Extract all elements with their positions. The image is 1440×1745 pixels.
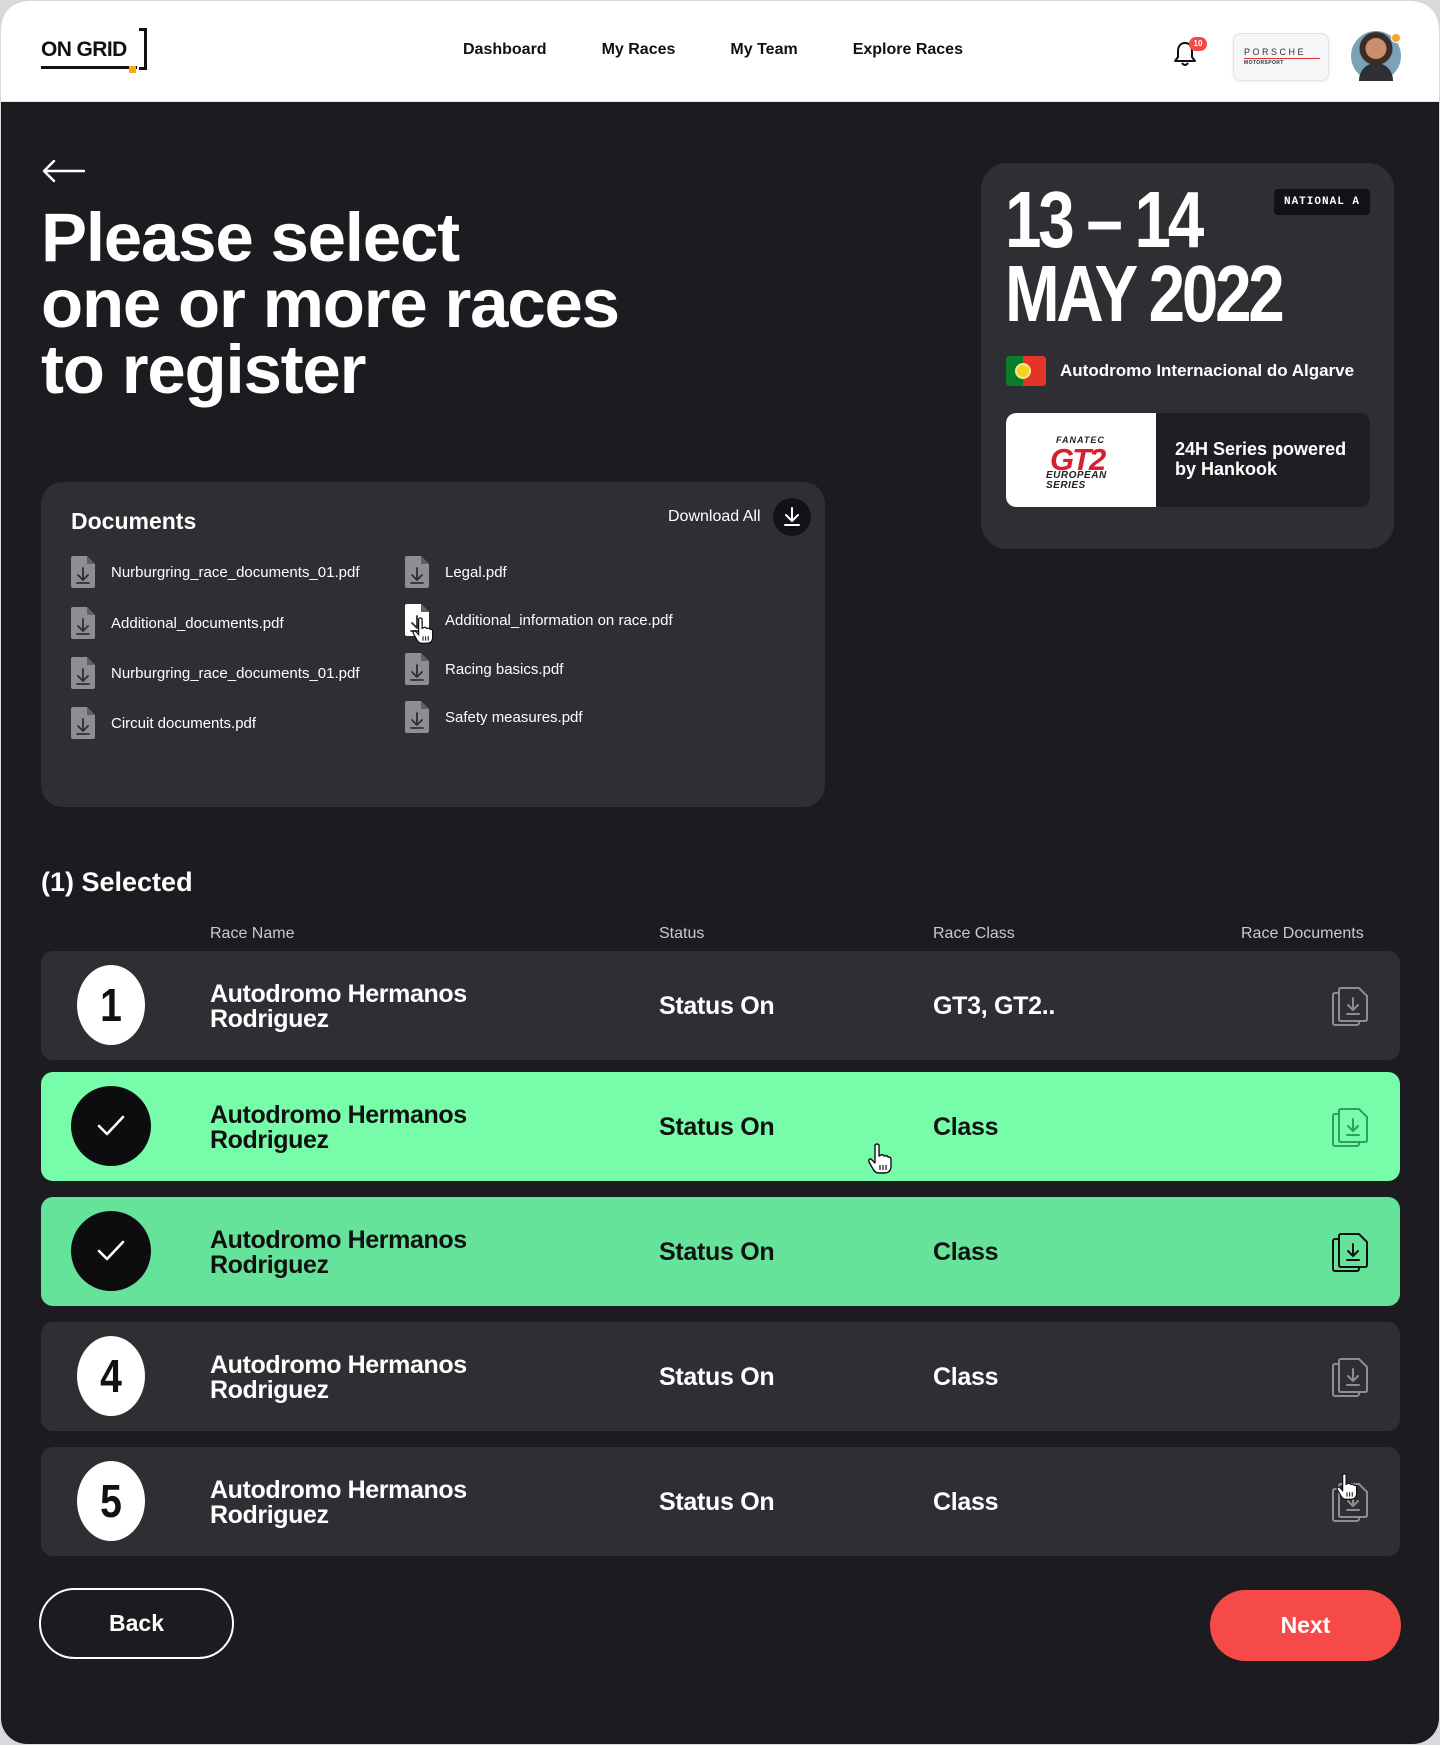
column-race-documents: Race Documents bbox=[1241, 925, 1364, 942]
pdf-download-icon bbox=[71, 607, 95, 639]
race-documents-icon[interactable] bbox=[1331, 1231, 1371, 1275]
pdf-download-icon bbox=[71, 657, 95, 689]
checkmark-icon bbox=[97, 1115, 125, 1136]
race-row[interactable]: 5 Autodromo Hermanos Rodriguez Status On Cla… bbox=[41, 1447, 1400, 1556]
nav-my-team[interactable]: My Team bbox=[730, 41, 797, 59]
document-item[interactable]: Circuit documents.pdf bbox=[69, 706, 256, 740]
portugal-flag-icon bbox=[1006, 356, 1046, 386]
back-button[interactable]: Back bbox=[39, 1588, 234, 1659]
column-race-class: Race Class bbox=[933, 925, 1015, 942]
race-status: Status On bbox=[659, 1113, 775, 1141]
main-nav: Dashboard My Races My Team Explore Races bbox=[463, 41, 1018, 59]
race-documents-icon[interactable] bbox=[1331, 985, 1371, 1029]
hand-cursor-icon bbox=[868, 1143, 892, 1174]
race-class: Class bbox=[933, 1113, 999, 1141]
checkmark-icon bbox=[97, 1240, 125, 1261]
document-item[interactable]: Safety measures.pdf bbox=[403, 700, 583, 734]
download-all-icon[interactable] bbox=[773, 498, 811, 536]
page-title: Please select one or more races to regis… bbox=[41, 199, 620, 408]
race-select-badge[interactable]: 4 bbox=[77, 1336, 145, 1416]
race-select-badge[interactable]: 1 bbox=[77, 965, 145, 1045]
app-frame: ON GRID Dashboard My Races My Team Explo… bbox=[1, 1, 1439, 1744]
hand-cursor-icon bbox=[411, 617, 435, 650]
race-class: GT3, GT2.. bbox=[933, 992, 1056, 1020]
race-documents-icon[interactable] bbox=[1331, 1106, 1371, 1150]
document-filename: Nurburgring_race_documents_01.pdf bbox=[111, 664, 360, 682]
nav-my-races[interactable]: My Races bbox=[602, 41, 676, 59]
notifications-bell-icon[interactable]: 10 bbox=[1173, 37, 1207, 69]
gt2-european-series-logo: FANATEC GT2 EUROPEAN SERIES bbox=[1006, 413, 1156, 507]
nav-dashboard[interactable]: Dashboard bbox=[463, 41, 547, 59]
series-card[interactable]: FANATEC GT2 EUROPEAN SERIES 24H Series po… bbox=[1006, 413, 1370, 507]
document-filename: Circuit documents.pdf bbox=[111, 714, 257, 732]
race-status: Status On bbox=[659, 992, 775, 1020]
download-all-link[interactable]: Download All bbox=[668, 508, 761, 526]
document-item[interactable]: Nurburgring_race_documents_01.pdf bbox=[69, 656, 360, 690]
document-item[interactable]: Nurburgring_race_documents_01.pdf bbox=[69, 555, 360, 589]
race-name: Autodromo Hermanos Rodriguez bbox=[210, 980, 467, 1033]
next-button[interactable]: Next bbox=[1210, 1590, 1401, 1661]
nav-explore-races[interactable]: Explore Races bbox=[853, 41, 963, 59]
race-class: Class bbox=[933, 1363, 999, 1391]
race-name: Autodromo Hermanos Rodriguez bbox=[210, 1101, 467, 1154]
user-avatar[interactable] bbox=[1351, 31, 1401, 81]
series-name: 24H Series powered by Hankook bbox=[1175, 439, 1347, 479]
sponsor-logo[interactable]: PORSCHE MOTORSPORT bbox=[1233, 33, 1329, 81]
pdf-download-icon bbox=[71, 707, 95, 739]
top-navigation-bar: ON GRID Dashboard My Races My Team Explo… bbox=[1, 1, 1439, 102]
race-status: Status On bbox=[659, 1363, 775, 1391]
race-row[interactable]: 1 Autodromo Hermanos Rodriguez Status On GT3… bbox=[41, 951, 1400, 1060]
document-filename: Legal.pdf bbox=[445, 563, 507, 581]
selected-count-title: (1) Selected bbox=[41, 867, 193, 897]
back-arrow-icon[interactable] bbox=[41, 159, 86, 183]
race-status: Status On bbox=[659, 1238, 775, 1266]
logo-text: ON GRID bbox=[41, 38, 127, 61]
event-venue: Autodromo Internacional do Algarve bbox=[1060, 361, 1355, 380]
pdf-download-icon bbox=[71, 556, 95, 588]
column-race-name: Race Name bbox=[210, 925, 295, 942]
document-filename: Racing basics.pdf bbox=[445, 660, 564, 678]
event-summary-card: 13 – 14 MAY 2022 NATIONAL A Autodromo In… bbox=[981, 163, 1394, 549]
documents-panel: Documents Download All Nurburgring_race_… bbox=[41, 482, 825, 807]
event-dates: 13 – 14 MAY 2022 bbox=[1005, 175, 1285, 338]
hand-cursor-icon bbox=[1335, 1473, 1359, 1506]
race-class: Class bbox=[933, 1238, 999, 1266]
documents-title: Documents bbox=[71, 508, 197, 534]
race-status: Status On bbox=[659, 1488, 775, 1516]
race-row[interactable]: 4 Autodromo Hermanos Rodriguez Status On Cla… bbox=[41, 1322, 1400, 1431]
pdf-download-icon bbox=[405, 556, 429, 588]
online-status-dot bbox=[1391, 33, 1401, 43]
document-item[interactable]: Additional_information on race.pdf bbox=[403, 603, 673, 637]
race-name: Autodromo Hermanos Rodriguez bbox=[210, 1351, 467, 1404]
document-item[interactable]: Racing basics.pdf bbox=[403, 652, 563, 686]
on-grid-logo[interactable]: ON GRID bbox=[41, 28, 149, 73]
document-filename: Safety measures.pdf bbox=[445, 708, 583, 726]
race-row[interactable]: Autodromo Hermanos Rodriguez Status On Clas… bbox=[41, 1197, 1400, 1306]
document-item[interactable]: Legal.pdf bbox=[403, 555, 507, 589]
race-class: Class bbox=[933, 1488, 999, 1516]
document-filename: Additional_information on race.pdf bbox=[445, 611, 673, 629]
pdf-download-icon bbox=[405, 653, 429, 685]
sponsor-wordmark: PORSCHE bbox=[1244, 47, 1307, 57]
race-row[interactable]: Autodromo Hermanos Rodriguez Status On Clas… bbox=[41, 1072, 1400, 1181]
document-filename: Additional_documents.pdf bbox=[111, 614, 284, 632]
pdf-download-icon bbox=[405, 701, 429, 733]
race-select-badge[interactable]: 5 bbox=[77, 1461, 145, 1541]
column-status: Status bbox=[659, 925, 705, 942]
document-filename: Nurburgring_race_documents_01.pdf bbox=[111, 563, 360, 581]
race-documents-icon[interactable] bbox=[1331, 1356, 1371, 1400]
document-item[interactable]: Additional_documents.pdf bbox=[69, 606, 284, 640]
race-name: Autodromo Hermanos Rodriguez bbox=[210, 1226, 467, 1279]
event-level-badge: NATIONAL A bbox=[1273, 189, 1370, 215]
race-select-badge[interactable] bbox=[71, 1086, 151, 1166]
race-name: Autodromo Hermanos Rodriguez bbox=[210, 1476, 467, 1529]
race-select-badge[interactable] bbox=[71, 1211, 151, 1291]
sponsor-subtitle: MOTORSPORT bbox=[1244, 60, 1284, 66]
notification-count-badge: 10 bbox=[1189, 37, 1207, 51]
